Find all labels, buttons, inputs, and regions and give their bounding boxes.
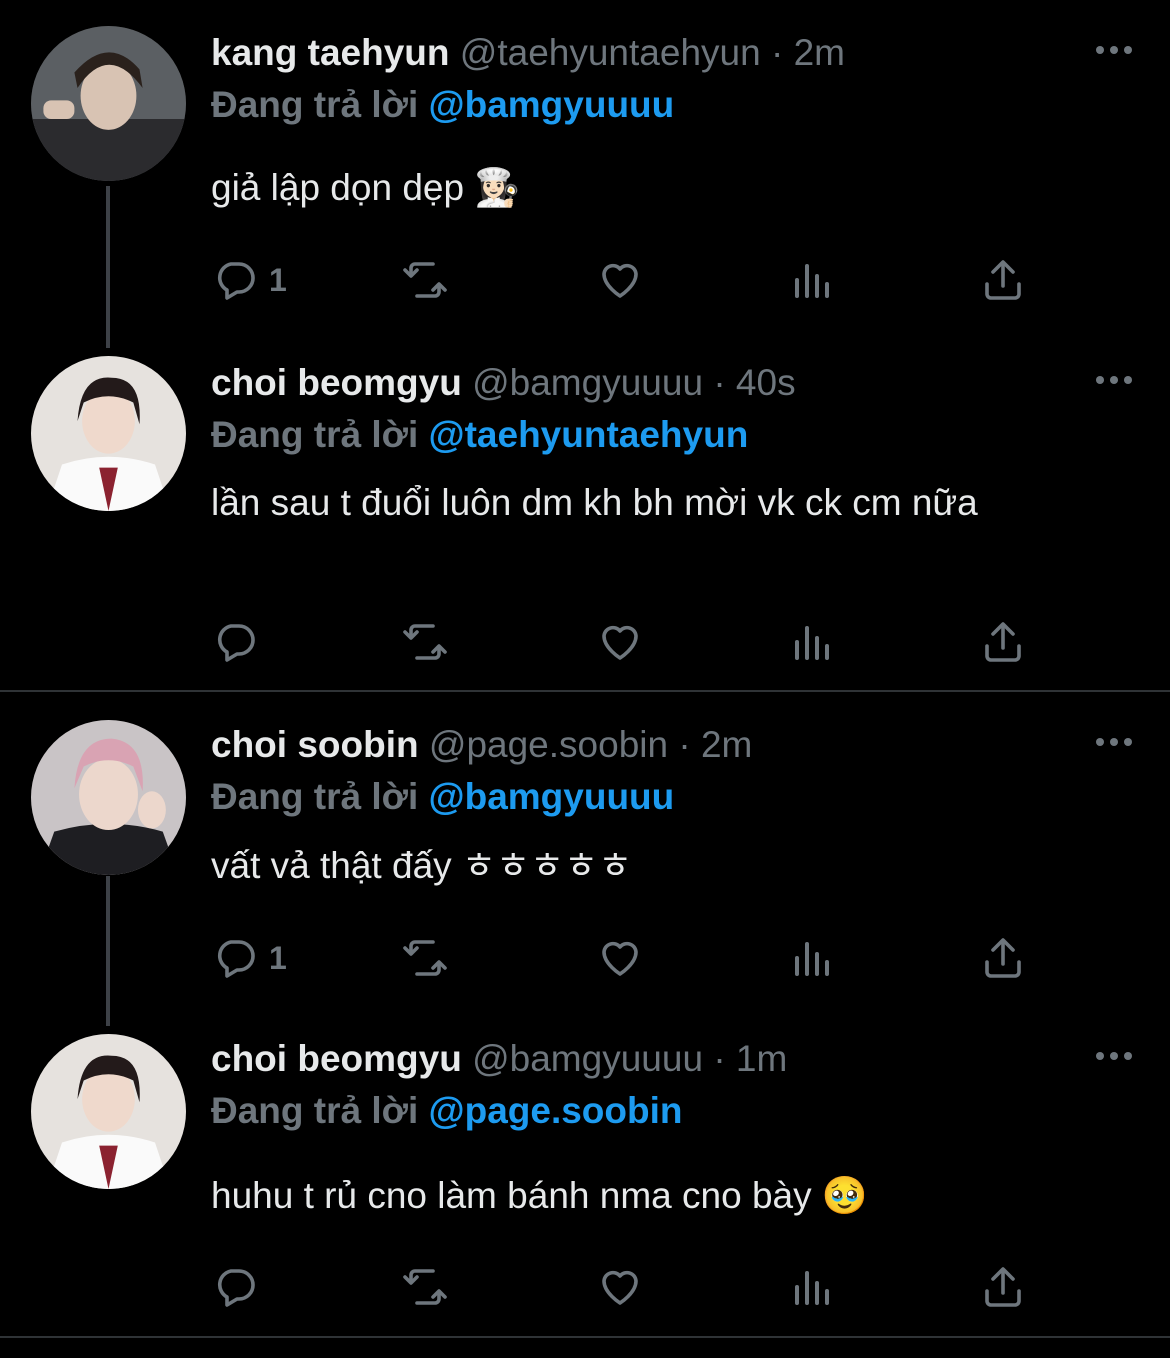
reply-button[interactable] xyxy=(211,614,269,670)
tweet-header: choi soobin @page.soobin · 2m xyxy=(211,720,1080,770)
display-name[interactable]: choi beomgyu xyxy=(211,1038,462,1079)
mention-link[interactable]: @taehyuntaehyun xyxy=(429,414,749,455)
analytics-button[interactable] xyxy=(789,614,837,670)
timestamp[interactable]: 2m xyxy=(701,724,752,765)
separator: · xyxy=(713,1038,726,1079)
like-button[interactable] xyxy=(596,930,644,986)
replying-label: Đang trả lời xyxy=(211,1090,419,1131)
user-handle[interactable]: @taehyuntaehyun xyxy=(460,32,761,73)
more-icon[interactable] xyxy=(1072,1036,1132,1076)
mention-link[interactable]: @page.soobin xyxy=(429,1090,683,1131)
like-button[interactable] xyxy=(596,1259,644,1315)
tweet-header: choi beomgyu @bamgyuuuu · 1m xyxy=(211,1034,1080,1084)
timestamp[interactable]: 1m xyxy=(736,1038,787,1079)
like-button[interactable] xyxy=(596,614,644,670)
tweet[interactable]: kang taehyun @taehyuntaehyun · 2m Đang t… xyxy=(0,0,1170,340)
retweet-button[interactable] xyxy=(401,614,449,670)
share-icon xyxy=(985,260,1021,300)
reply-icon xyxy=(217,624,255,662)
tweet-text: giả lập dọn dẹp 👩🏻‍🍳 xyxy=(211,167,521,208)
mention-link[interactable]: @bamgyuuuu xyxy=(429,84,675,125)
action-bar: 1 xyxy=(211,930,1041,986)
reply-icon xyxy=(217,940,255,978)
share-icon xyxy=(985,622,1021,662)
user-handle[interactable]: @bamgyuuuu xyxy=(472,362,703,403)
tweet-text: huhu t rủ cno làm bánh nma cno bày 🥹 xyxy=(211,1175,868,1216)
like-icon xyxy=(602,625,638,660)
retweet-button[interactable] xyxy=(401,930,449,986)
tweet-header: kang taehyun @taehyuntaehyun · 2m xyxy=(211,28,1080,78)
retweet-icon xyxy=(403,262,447,298)
separator: · xyxy=(770,32,784,73)
reply-button[interactable] xyxy=(211,1259,269,1315)
replying-to: Đang trả lời @taehyuntaehyun xyxy=(211,410,748,460)
action-bar: 1 xyxy=(211,252,1041,308)
replying-to: Đang trả lời @page.soobin xyxy=(211,1086,683,1136)
share-icon xyxy=(985,1267,1021,1307)
reply-count: 1 xyxy=(269,261,287,298)
avatar[interactable] xyxy=(31,26,186,181)
replying-label: Đang trả lời xyxy=(211,414,419,455)
share-button[interactable] xyxy=(979,930,1027,986)
mention-link[interactable]: @bamgyuuuu xyxy=(429,776,675,817)
reply-icon xyxy=(217,1269,255,1307)
reply-icon xyxy=(217,262,255,300)
avatar[interactable] xyxy=(31,1034,186,1189)
replying-label: Đang trả lời xyxy=(211,84,419,125)
retweet-button[interactable] xyxy=(401,252,449,308)
tweet-text: lần sau t đuổi luôn dm kh bh mời vk ck c… xyxy=(211,482,978,523)
tweet-text: vất vả thật đấy ㅎㅎㅎㅎㅎ xyxy=(211,845,633,886)
like-icon xyxy=(602,263,638,298)
tweet[interactable]: choi beomgyu @bamgyuuuu · 40s Đang trả l… xyxy=(0,340,1170,690)
separator: · xyxy=(713,362,726,403)
action-bar xyxy=(211,614,1041,670)
reply-count: 1 xyxy=(269,939,287,976)
retweet-button[interactable] xyxy=(401,1259,449,1315)
like-icon xyxy=(602,941,638,976)
timestamp[interactable]: 40s xyxy=(736,362,796,403)
analytics-icon xyxy=(795,1271,829,1305)
analytics-icon xyxy=(795,264,829,298)
avatar[interactable] xyxy=(31,356,186,511)
timestamp[interactable]: 2m xyxy=(794,32,845,73)
replying-to: Đang trả lời @bamgyuuuu xyxy=(211,80,674,130)
share-button[interactable] xyxy=(979,252,1027,308)
tweet[interactable]: choi soobin @page.soobin · 2m Đang trả l… xyxy=(0,692,1170,1030)
replying-to: Đang trả lời @bamgyuuuu xyxy=(211,772,674,822)
user-handle[interactable]: @bamgyuuuu xyxy=(472,1038,703,1079)
share-button[interactable] xyxy=(979,614,1027,670)
analytics-icon xyxy=(795,942,829,976)
more-icon[interactable] xyxy=(1072,722,1132,762)
user-handle[interactable]: @page.soobin xyxy=(429,724,668,765)
replying-label: Đang trả lời xyxy=(211,776,419,817)
more-icon[interactable] xyxy=(1072,360,1132,400)
like-button[interactable] xyxy=(596,252,644,308)
more-icon[interactable] xyxy=(1072,30,1132,70)
avatar[interactable] xyxy=(31,720,186,875)
share-icon xyxy=(985,938,1021,978)
tweet[interactable]: choi beomgyu @bamgyuuuu · 1m Đang trả lờ… xyxy=(0,1030,1170,1340)
display-name[interactable]: kang taehyun xyxy=(211,32,450,73)
share-button[interactable] xyxy=(979,1259,1027,1315)
analytics-button[interactable] xyxy=(789,1259,837,1315)
tweet-header: choi beomgyu @bamgyuuuu · 40s xyxy=(211,358,1080,408)
action-bar xyxy=(211,1259,1041,1315)
divider xyxy=(0,1336,1170,1338)
retweet-icon xyxy=(403,940,447,976)
separator: · xyxy=(678,724,691,765)
retweet-icon xyxy=(403,1269,447,1305)
analytics-button[interactable] xyxy=(789,930,837,986)
reply-button[interactable]: 1 xyxy=(211,252,287,308)
retweet-icon xyxy=(403,624,447,660)
reply-button[interactable]: 1 xyxy=(211,930,287,986)
display-name[interactable]: choi soobin xyxy=(211,724,419,765)
analytics-icon xyxy=(795,626,829,660)
analytics-button[interactable] xyxy=(789,252,837,308)
like-icon xyxy=(602,1270,638,1305)
display-name[interactable]: choi beomgyu xyxy=(211,362,462,403)
